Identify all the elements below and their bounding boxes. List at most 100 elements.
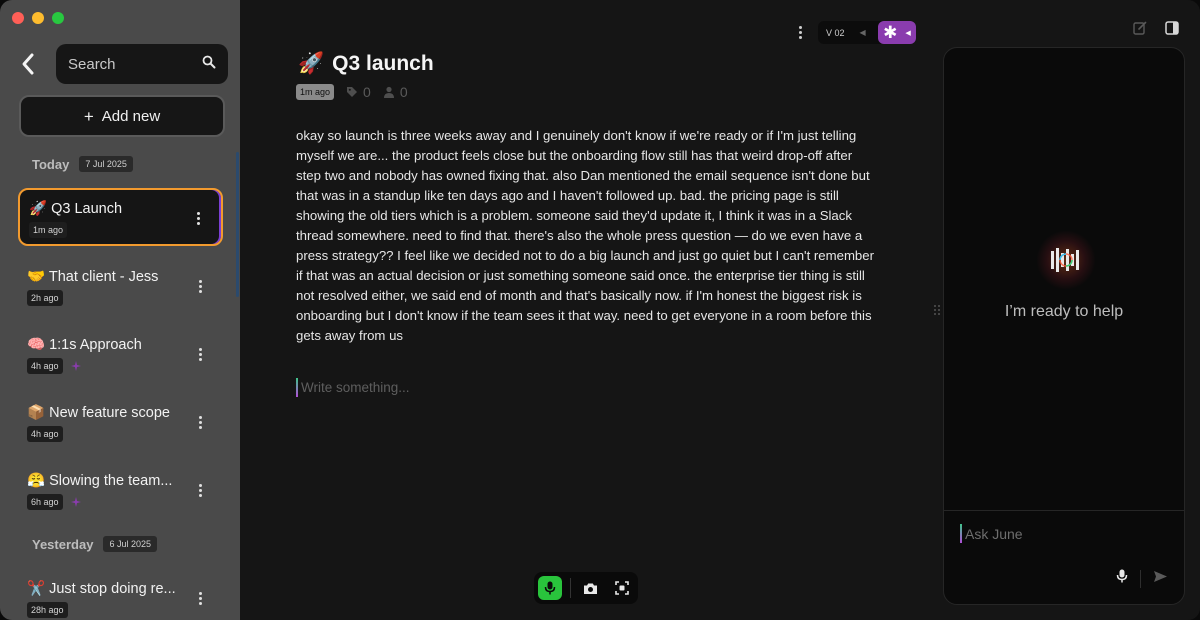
note-title: ✂️ Just stop doing re... <box>27 581 176 597</box>
edit-icon <box>1133 21 1147 35</box>
people-indicator[interactable]: 0 <box>383 84 408 100</box>
section-date: 7 Jul 2025 <box>79 156 133 172</box>
voice-input-button[interactable] <box>1116 569 1128 588</box>
person-icon <box>383 86 394 98</box>
composer-divider <box>944 510 1184 511</box>
note-title: 🤝 That client - Jess <box>27 269 159 285</box>
note-options-button[interactable] <box>195 280 205 296</box>
ask-june-input[interactable] <box>965 525 1145 542</box>
june-logo-icon <box>1036 230 1096 290</box>
sidebar: + Add new Today 7 Jul 2025 🚀 Q3 Launch 1… <box>0 0 240 620</box>
composer-tools <box>1116 569 1168 588</box>
note-title: 📦 New feature scope <box>27 405 170 421</box>
note-time: 4h ago <box>27 426 63 442</box>
search-icon[interactable] <box>202 55 216 74</box>
ai-sparkle-icon <box>70 497 81 507</box>
note-title: 😤 Slowing the team... <box>27 473 173 489</box>
back-button[interactable] <box>14 50 42 78</box>
editor-options-button[interactable] <box>796 26 804 40</box>
note-options-button[interactable] <box>195 484 205 500</box>
window-controls <box>12 12 64 24</box>
note-time: 1m ago <box>29 222 68 238</box>
sidebar-panel-icon <box>1165 21 1179 35</box>
section-label: Today <box>32 156 70 172</box>
note-time: 28h ago <box>27 602 68 618</box>
note-options-button[interactable] <box>193 212 203 228</box>
app-window: + Add new Today 7 Jul 2025 🚀 Q3 Launch 1… <box>0 0 1200 620</box>
note-meta: 1m ago <box>29 222 212 238</box>
note-meta: 28h ago <box>27 602 214 618</box>
camera-icon <box>583 583 597 594</box>
note-options-button[interactable] <box>195 592 205 608</box>
screen-capture-icon <box>615 581 629 595</box>
section-label: Yesterday <box>32 536 94 552</box>
write-placeholder: Write something... <box>301 380 410 395</box>
microphone-icon <box>544 581 556 595</box>
tags-indicator[interactable]: 0 <box>346 84 371 100</box>
section-today: Today 7 Jul 2025 <box>32 156 133 172</box>
write-something-input[interactable]: Write something... <box>296 378 410 397</box>
send-icon <box>1154 570 1167 582</box>
note-item-1-1s-approach[interactable]: 🧠 1:1s Approach 4h ago <box>18 326 223 384</box>
tag-count: 0 <box>363 84 371 100</box>
note-options-button[interactable] <box>195 348 205 364</box>
search-box <box>56 44 228 84</box>
note-time: 6h ago <box>27 494 63 510</box>
search-input[interactable] <box>68 55 188 73</box>
asterisk-icon: ✱ <box>883 23 898 42</box>
maximize-window-button[interactable] <box>52 12 64 24</box>
send-button[interactable] <box>1153 570 1168 588</box>
note-time: 4h ago <box>27 358 63 374</box>
minimize-window-button[interactable] <box>32 12 44 24</box>
ai-assist-button[interactable]: ✱ ◀ <box>878 21 916 44</box>
note-item-q3-launch[interactable]: 🚀 Q3 Launch 1m ago <box>18 188 223 246</box>
doc-meta: 1m ago 0 0 <box>296 84 408 100</box>
text-caret <box>296 378 298 397</box>
note-title: 🧠 1:1s Approach <box>27 337 142 353</box>
assistant-pane: I’m ready to help <box>940 0 1200 620</box>
note-title: 🚀 Q3 Launch <box>29 201 123 217</box>
microphone-icon <box>1116 569 1128 583</box>
screen-capture-button[interactable] <box>610 576 634 600</box>
page-title[interactable]: 🚀 Q3 launch <box>298 52 434 76</box>
note-body[interactable]: okay so launch is three weeks away and I… <box>296 126 878 346</box>
toolbar-divider <box>569 578 571 598</box>
add-new-button[interactable]: + Add new <box>19 95 225 137</box>
note-item-slowing-the-team[interactable]: 😤 Slowing the team... 6h ago <box>18 462 223 520</box>
compose-button[interactable] <box>1132 20 1148 36</box>
assistant-header-actions <box>1132 20 1180 36</box>
note-item-new-feature-scope[interactable]: 📦 New feature scope 4h ago <box>18 394 223 452</box>
editor-pane: V 02 ◀ ✱ ◀ 🚀 Q3 launch 1m ago 0 0 okay s… <box>240 0 940 620</box>
section-date: 6 Jul 2025 <box>103 536 157 552</box>
add-new-label: Add new <box>101 107 161 125</box>
assistant-ready-text: I’m ready to help <box>1004 303 1124 320</box>
people-count: 0 <box>399 84 408 100</box>
note-time: 2h ago <box>27 290 63 306</box>
note-meta: 4h ago <box>27 426 214 442</box>
ai-sparkle-icon <box>70 361 81 371</box>
ask-june-composer <box>960 524 1145 543</box>
note-options-button[interactable] <box>195 416 205 432</box>
title-text: Q3 launch <box>332 52 434 75</box>
tag-icon <box>347 87 358 97</box>
note-item-just-stop-doing[interactable]: ✂️ Just stop doing re... 28h ago <box>18 570 223 620</box>
chevron-left-icon <box>22 53 34 75</box>
caret-left-icon: ◀ <box>905 29 911 37</box>
note-item-that-client[interactable]: 🤝 That client - Jess 2h ago <box>18 258 223 316</box>
record-voice-button[interactable] <box>538 576 562 600</box>
assistant-chat: I’m ready to help <box>943 47 1185 605</box>
camera-button[interactable] <box>579 576 603 600</box>
plus-icon: + <box>83 106 94 126</box>
capture-toolbar <box>534 572 638 604</box>
close-window-button[interactable] <box>12 12 24 24</box>
sidebar-scrollbar[interactable] <box>236 152 239 297</box>
text-caret <box>960 524 962 543</box>
title-emoji: 🚀 <box>298 52 325 75</box>
toggle-sidebar-button[interactable] <box>1164 20 1180 36</box>
version-label: V 02 <box>826 27 845 38</box>
caret-left-icon[interactable]: ◀ <box>860 28 866 37</box>
section-yesterday: Yesterday 6 Jul 2025 <box>32 536 157 552</box>
note-meta: 6h ago <box>27 494 214 510</box>
note-meta: 4h ago <box>27 358 214 374</box>
composer-divider <box>1140 569 1141 588</box>
